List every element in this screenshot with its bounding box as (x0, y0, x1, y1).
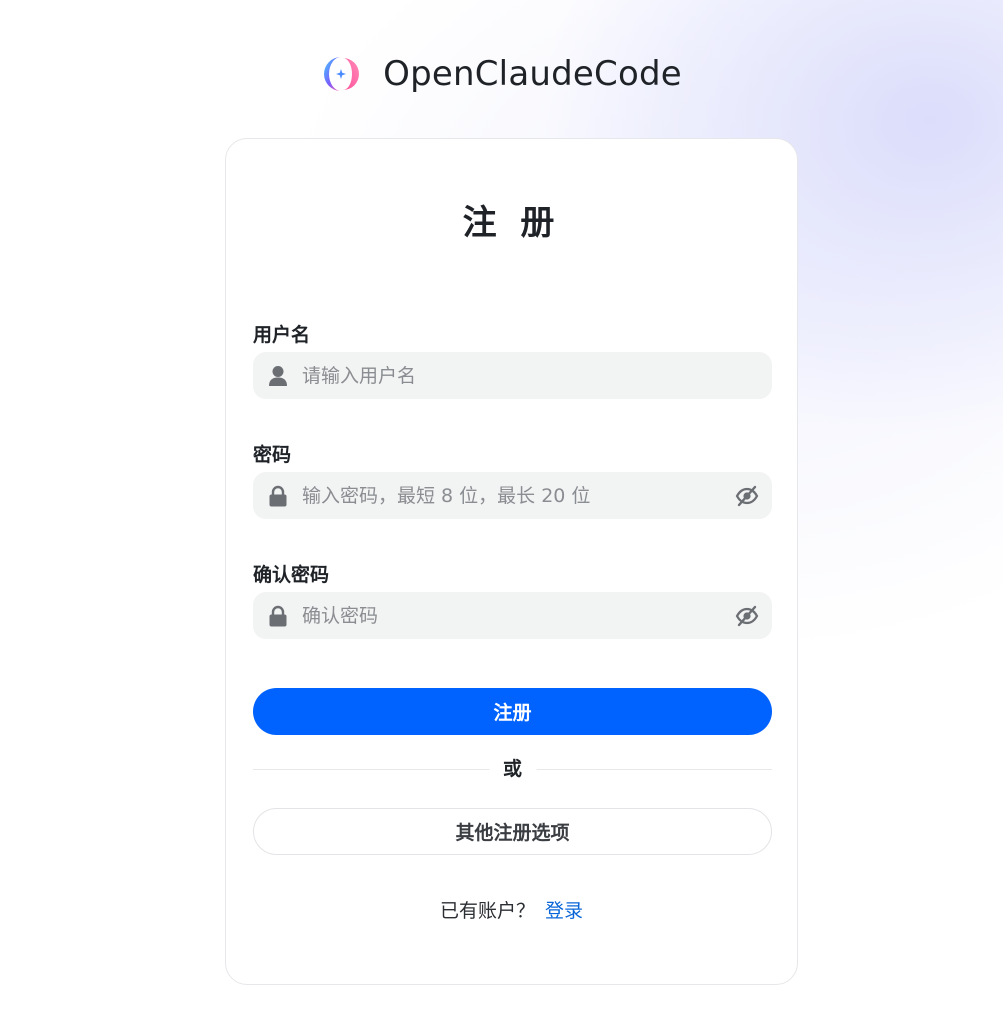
lock-icon (267, 485, 289, 507)
eye-off-icon[interactable] (734, 603, 760, 629)
confirm-password-field[interactable] (253, 592, 772, 639)
confirm-password-label: 确认密码 (253, 564, 330, 586)
register-button[interactable]: 注册 (253, 688, 772, 735)
brand-logo-icon (324, 57, 360, 91)
password-label: 密码 (253, 444, 292, 466)
page-title: 注 册 (462, 203, 561, 243)
username-label: 用户名 (253, 324, 311, 346)
brand-header: OpenClaudeCode (0, 48, 1003, 100)
divider-text: 或 (488, 756, 537, 782)
login-link[interactable]: 登录 (545, 900, 583, 922)
username-input[interactable] (302, 364, 772, 387)
login-prompt-text: 已有账户？ (439, 900, 535, 922)
lock-icon (267, 605, 289, 627)
password-input[interactable] (302, 484, 726, 507)
or-divider: 或 (253, 756, 772, 782)
brand-name: OpenClaudeCode (383, 54, 682, 94)
confirm-password-input[interactable] (302, 604, 726, 627)
other-register-options-button[interactable]: 其他注册选项 (253, 808, 772, 855)
login-prompt: 已有账户？ 登录 (226, 896, 797, 923)
username-field[interactable] (253, 352, 772, 399)
user-icon (267, 365, 289, 387)
eye-off-icon[interactable] (734, 483, 760, 509)
register-card: 注 册 用户名 密码 确认密码 (225, 138, 798, 985)
password-field[interactable] (253, 472, 772, 519)
